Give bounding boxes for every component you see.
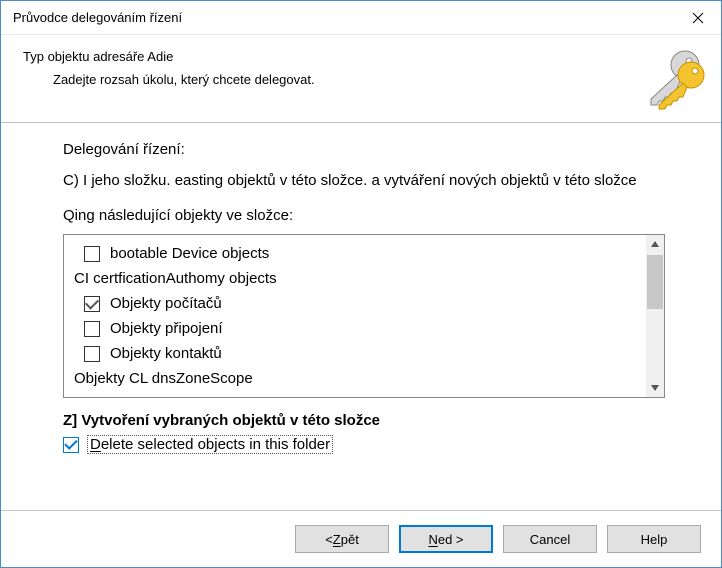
checkbox[interactable] — [84, 346, 100, 362]
list-item[interactable]: Objekty CL dnsZoneScope — [74, 366, 646, 391]
list-item-label: Objekty připojení — [110, 320, 223, 337]
list-item[interactable]: Objekty kontaktů — [84, 341, 646, 366]
scroll-down-button[interactable] — [646, 379, 664, 397]
titlebar: Průvodce delegováním řízení — [1, 1, 721, 35]
close-button[interactable] — [675, 2, 721, 34]
wizard-window: Průvodce delegováním řízení Typ objektu … — [0, 0, 722, 568]
checkbox[interactable] — [84, 296, 100, 312]
list-item-label: CI certficationAuthomy objects — [74, 270, 277, 287]
chevron-up-icon — [651, 241, 659, 247]
list-item-label: Objekty kontaktů — [110, 345, 222, 362]
delete-objects-checkbox-row[interactable]: Delete selected objects in this folder — [63, 435, 665, 454]
scope-description: C) I jeho složku. easting objektů v této… — [63, 172, 665, 189]
scroll-up-button[interactable] — [646, 235, 664, 253]
list-item[interactable]: CI certficationAuthomy objects — [74, 266, 646, 291]
checkbox[interactable] — [63, 437, 79, 453]
scrollbar[interactable] — [646, 235, 664, 397]
help-button[interactable]: Help — [607, 525, 701, 553]
chevron-down-icon — [651, 385, 659, 391]
object-types-listbox: bootable Device objects CI certficationA… — [63, 234, 665, 398]
delete-objects-label: Delete selected objects in this folder — [87, 435, 333, 454]
create-objects-label: Z] Vytvoření vybraných objektů v této sl… — [63, 412, 665, 429]
scroll-thumb[interactable] — [647, 255, 663, 309]
list-item-label: Objekty CL dnsZoneScope — [74, 370, 253, 387]
button-bar: < Zpět Ned > Cancel Help — [1, 510, 721, 567]
checkbox[interactable] — [84, 321, 100, 337]
list-item[interactable]: Objekty počítačů — [84, 291, 646, 316]
list-item-label: Objekty počítačů — [110, 295, 222, 312]
list-item[interactable]: Objekty připojení — [84, 316, 646, 341]
content-area: Delegování řízení: C) I jeho složku. eas… — [1, 123, 721, 510]
listbox-viewport[interactable]: bootable Device objects CI certficationA… — [64, 235, 646, 397]
list-item[interactable]: bootable Device objects — [84, 241, 646, 266]
delegation-label: Delegování řízení: — [63, 141, 665, 158]
close-icon — [692, 12, 704, 24]
cancel-button[interactable]: Cancel — [503, 525, 597, 553]
wizard-header: Typ objektu adresáře Adie Zadejte rozsah… — [1, 35, 721, 123]
checkbox[interactable] — [84, 246, 100, 262]
header-title: Typ objektu adresáře Adie — [23, 49, 621, 64]
next-button[interactable]: Ned > — [399, 525, 493, 553]
header-subtitle: Zadejte rozsah úkolu, který chcete deleg… — [53, 72, 621, 87]
back-button[interactable]: < Zpět — [295, 525, 389, 553]
list-item-label: bootable Device objects — [110, 245, 269, 262]
keys-icon — [637, 47, 707, 111]
objects-label: Qing následující objekty ve složce: — [63, 207, 665, 224]
window-title: Průvodce delegováním řízení — [13, 10, 675, 25]
